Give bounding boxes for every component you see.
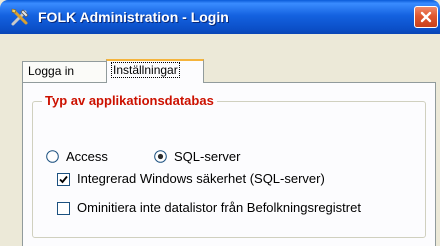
- no-init-lists-label[interactable]: Ominitiera inte datalistor från Befolkni…: [77, 200, 361, 215]
- access-radio[interactable]: [46, 150, 59, 163]
- integrated-security-label[interactable]: Integrerad Windows säkerhet (SQL-server): [77, 171, 325, 186]
- close-button[interactable]: [414, 6, 438, 28]
- tab-settings-label: Inställningar: [111, 62, 180, 78]
- sql-server-radio[interactable]: [154, 150, 167, 163]
- database-type-group: [32, 101, 426, 238]
- close-icon: [420, 11, 432, 23]
- tab-login[interactable]: Logga in: [22, 61, 107, 82]
- tab-settings[interactable]: Inställningar: [106, 59, 204, 83]
- window-title: FOLK Administration - Login: [38, 9, 229, 25]
- no-init-lists-checkbox[interactable]: [57, 202, 70, 215]
- group-title: Typ av applikationsdatabas: [42, 93, 217, 108]
- access-label[interactable]: Access: [66, 149, 108, 164]
- checkmark-icon: [59, 175, 68, 184]
- sql-server-label[interactable]: SQL-server: [174, 149, 240, 164]
- title-bar[interactable]: FOLK Administration - Login: [0, 0, 440, 34]
- tools-icon: [10, 7, 32, 27]
- integrated-security-checkbox[interactable]: [57, 173, 70, 186]
- tab-login-label: Logga in: [28, 64, 75, 78]
